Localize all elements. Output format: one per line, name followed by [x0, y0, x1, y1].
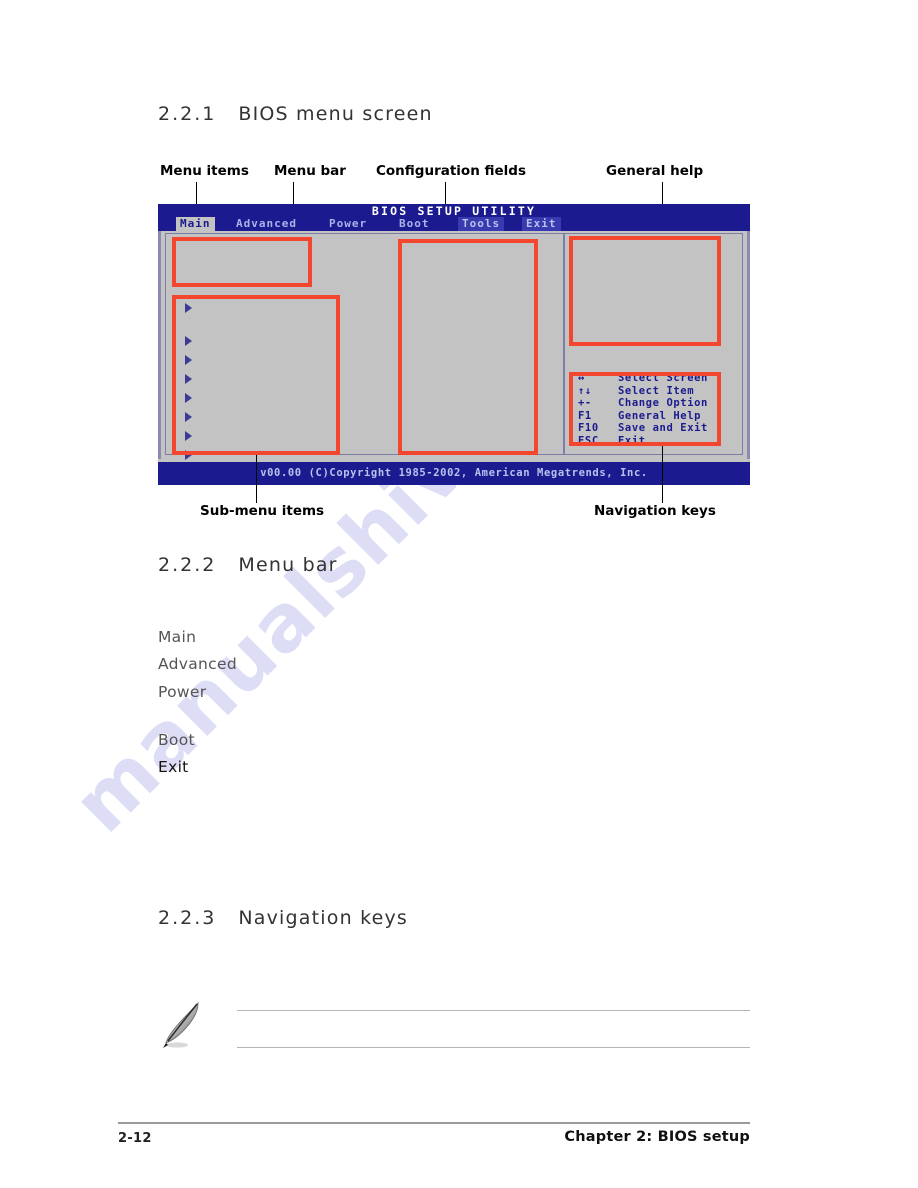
page-footer-rule — [118, 1122, 750, 1124]
bios-menu-item-boot[interactable]: Boot — [395, 217, 434, 231]
callout-sub-menu-items: Sub-menu items — [200, 503, 325, 519]
callout-general-help: General help — [606, 163, 704, 179]
section-heading-2-2-2: 2.2.2 Menu bar — [158, 554, 338, 576]
bios-panel-divider — [563, 233, 565, 455]
bios-menu-item-advanced[interactable]: Advanced — [232, 217, 301, 231]
menu-list-item-boot: Boot — [158, 731, 195, 749]
leader-line-sub-menu-items — [256, 455, 257, 503]
leader-line-navigation-keys — [662, 446, 663, 503]
section-heading-2-2-3: 2.2.3 Navigation keys — [158, 907, 408, 929]
bios-menu-item-exit[interactable]: Exit — [522, 217, 561, 231]
section-number-2-2-3: 2.2.3 — [158, 907, 217, 929]
callout-menu-items: Menu items — [160, 163, 249, 179]
chapter-label: Chapter 2: BIOS setup — [564, 1129, 750, 1145]
bios-menu-item-tools[interactable]: Tools — [458, 217, 505, 231]
annotation-box-sub-menu-items — [172, 295, 340, 455]
section-title-2-2-1: BIOS menu screen — [238, 103, 433, 125]
annotation-box-general-help — [569, 236, 721, 346]
bios-menu-bar: Main Advanced Power Boot Tools Exit — [158, 217, 750, 231]
note-pen-icon — [160, 1000, 204, 1055]
menu-list-item-main: Main — [158, 628, 197, 646]
bios-title-text: BIOS SETUP UTILITY — [371, 204, 537, 218]
page-number: 2-12 — [118, 1131, 152, 1146]
section-heading-2-2-1: 2.2.1 BIOS menu screen — [158, 103, 433, 125]
note-rule-bottom — [237, 1047, 750, 1048]
callout-navigation-keys: Navigation keys — [594, 503, 716, 519]
callout-configuration-fields: Configuration fields — [376, 163, 526, 179]
annotation-box-menu-items — [172, 237, 312, 287]
bios-menu-item-power[interactable]: Power — [325, 217, 371, 231]
callout-menu-bar: Menu bar — [274, 163, 346, 179]
note-rule-top — [237, 1010, 750, 1011]
annotation-box-navigation-keys — [569, 372, 721, 446]
document-page: 2.2.1 BIOS menu screen Menu items Menu ba… — [0, 0, 918, 1188]
section-number-2-2-2: 2.2.2 — [158, 554, 217, 576]
menu-list-item-exit: Exit — [158, 758, 189, 776]
bios-menu-item-main[interactable]: Main — [176, 217, 215, 231]
section-title-2-2-2: Menu bar — [238, 554, 338, 576]
menu-list-item-power: Power — [158, 683, 207, 701]
bios-title-bar: BIOS SETUP UTILITY Main Advanced Power B… — [158, 204, 750, 231]
section-title-2-2-3: Navigation keys — [238, 907, 409, 929]
annotation-box-configuration-fields — [398, 239, 538, 455]
section-number-2-2-1: 2.2.1 — [158, 103, 217, 125]
menu-list-item-advanced: Advanced — [158, 655, 237, 673]
